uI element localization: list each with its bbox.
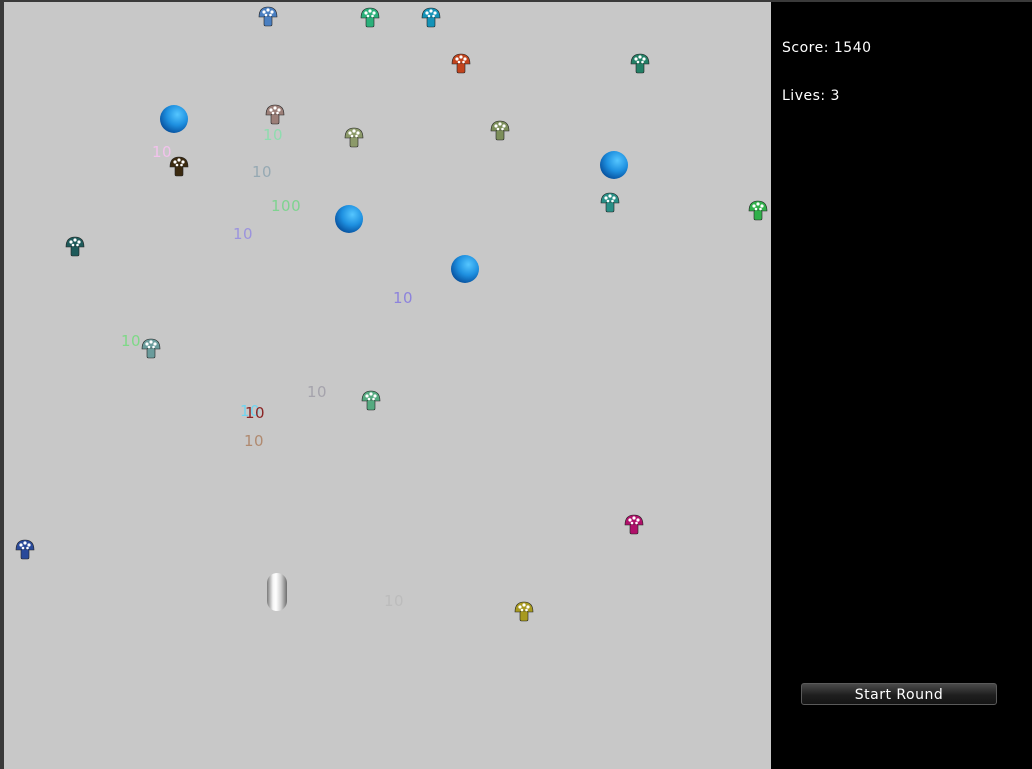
mushroom-icon	[624, 514, 644, 536]
mushroom-icon	[451, 53, 471, 75]
floating-score: 10	[244, 432, 265, 450]
bouncing-ball	[335, 205, 363, 233]
mushroom-icon	[15, 539, 35, 561]
mushroom-icon	[600, 192, 620, 214]
mushroom-icon	[258, 6, 278, 28]
player-shooter[interactable]	[267, 573, 287, 611]
floating-score: 100	[271, 197, 302, 215]
mushroom-icon	[360, 7, 380, 29]
mushroom-icon	[265, 104, 285, 126]
bouncing-ball	[600, 151, 628, 179]
floating-score: 10	[245, 404, 266, 422]
floating-score: 10	[307, 383, 328, 401]
floating-score: 10	[121, 332, 142, 350]
floating-score: 10	[393, 289, 414, 307]
side-panel: Score: 1540 Lives: 3 Start Round	[771, 2, 1032, 769]
lives-display: Lives: 3	[782, 88, 840, 104]
mushroom-icon	[361, 390, 381, 412]
mushroom-icon	[748, 200, 768, 222]
floating-score: 10	[152, 143, 173, 161]
floating-score: 10	[252, 163, 273, 181]
floating-score: 10	[233, 225, 254, 243]
mushroom-icon	[421, 7, 441, 29]
game-window: 10 10 10 100 10 10 10 10 10 10 10 10 Score: 1540 Li…	[0, 0, 1032, 769]
start-round-button[interactable]: Start Round	[801, 683, 997, 705]
mushroom-icon	[490, 120, 510, 142]
score-display: Score: 1540	[782, 40, 872, 56]
bouncing-ball	[451, 255, 479, 283]
mushroom-icon	[514, 601, 534, 623]
floating-score: 10	[384, 592, 405, 610]
play-field[interactable]: 10 10 10 100 10 10 10 10 10 10 10 10	[4, 2, 771, 769]
mushroom-icon	[65, 236, 85, 258]
bouncing-ball	[160, 105, 188, 133]
mushroom-icon	[141, 338, 161, 360]
floating-score: 10	[263, 126, 284, 144]
mushroom-icon	[344, 127, 364, 149]
mushroom-icon	[630, 53, 650, 75]
